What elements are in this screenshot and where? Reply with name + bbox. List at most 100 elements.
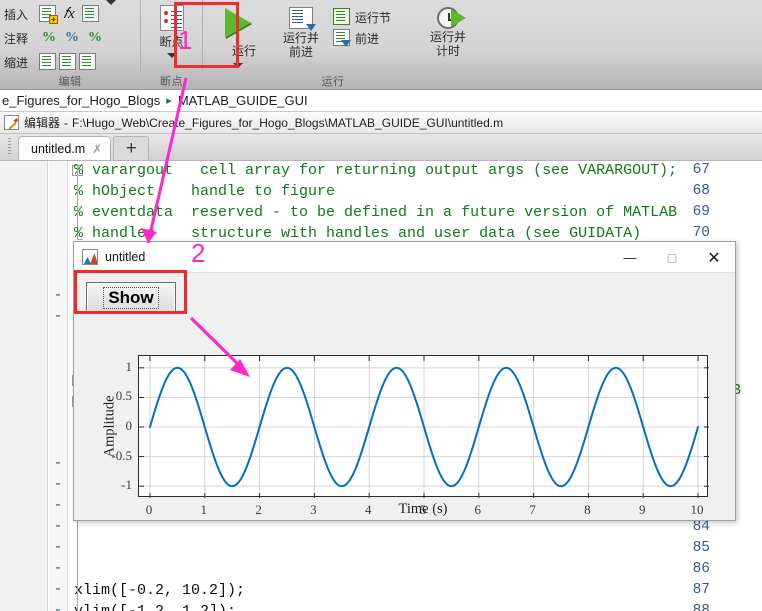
- line-number: 68: [692, 183, 710, 199]
- breadcrumb-separator-icon: ▸: [166, 95, 172, 107]
- run-timer-icon: [437, 7, 466, 29]
- indent-right-icon[interactable]: [59, 53, 76, 71]
- line-number: 88: [692, 603, 710, 611]
- x-axis-label: Time (s): [398, 501, 448, 517]
- ribbon-group-edit-label: 编辑: [58, 76, 82, 88]
- close-icon[interactable]: ✗: [92, 142, 102, 156]
- new-tab-button[interactable]: +: [113, 136, 150, 160]
- smart-indent-icon[interactable]: [39, 53, 56, 71]
- breadcrumb-segment-0[interactable]: e_Figures_for_Hogo_Blogs: [2, 93, 160, 108]
- code-fold-bar: [77, 165, 78, 227]
- ribbon-group-run-label: 运行: [321, 76, 345, 88]
- advance-button[interactable]: 前进: [333, 29, 417, 48]
- window-controls: — □ ✕: [609, 242, 735, 273]
- y-tick-label: -1: [121, 477, 132, 493]
- code-line[interactable]: % varargout cell array for returning out…: [74, 161, 677, 181]
- run-button-label: 运行: [231, 44, 256, 58]
- run-button[interactable]: 运行: [207, 5, 269, 68]
- close-button[interactable]: ✕: [693, 242, 735, 273]
- ribbon-group-run: 运行 运行并 前进 运行节 前进 运行并 计时 运行: [202, 0, 492, 88]
- figure-body: Show 0 1 2 3 4 5 6 7 8 9 10 -1 -0.5 0 0.5 1 Amplitude T…: [74, 273, 735, 520]
- x-tick-label: 7: [529, 502, 536, 517]
- callout-number-1: 1: [178, 25, 193, 55]
- show-button[interactable]: Show: [86, 282, 176, 313]
- code-line[interactable]: xlim([-0.2, 10.2]);: [74, 580, 245, 601]
- show-button-label: Show: [103, 286, 159, 309]
- code-line[interactable]: % eventdata reserved - to be defined in …: [74, 202, 677, 223]
- matlab-editor-window: 插入 + 𝑓x 注释 % % % 缩进 编辑 断点 断点 运行 运行并 前进 运…: [0, 0, 762, 611]
- run-section-button[interactable]: 运行节: [333, 8, 417, 26]
- insert-block-icon[interactable]: +: [39, 5, 58, 25]
- comment-label[interactable]: 注释: [4, 30, 36, 47]
- breadcrumb[interactable]: e_Figures_for_Hogo_Blogs ▸ MATLAB_GUIDE_…: [0, 90, 762, 112]
- run-advance-icon: [289, 7, 316, 31]
- line-executable-marker[interactable]: -: [52, 286, 64, 307]
- line-number: 86: [692, 561, 710, 577]
- ribbon-toolbar: 插入 + 𝑓x 注释 % % % 缩进 编辑 断点 断点 运行 运行并 前进 运…: [0, 0, 762, 90]
- line-executable-marker[interactable]: -: [52, 559, 64, 580]
- indent-label[interactable]: 缩进: [4, 54, 36, 71]
- fx-icon[interactable]: 𝑓x: [59, 5, 79, 23]
- run-and-advance-label: 运行并 前进: [282, 31, 319, 59]
- run-and-time-button[interactable]: 运行并 计时: [419, 5, 477, 58]
- figure-titlebar[interactable]: untitled — □ ✕: [74, 242, 735, 273]
- line-executable-marker[interactable]: -: [52, 538, 64, 559]
- ribbon-group-breakpoints: 断点 断点: [140, 0, 202, 88]
- advance-icon: [333, 29, 351, 48]
- line-executable-marker[interactable]: -: [52, 307, 64, 328]
- sine-wave-plot: [139, 356, 709, 498]
- line-executable-marker[interactable]: -: [52, 475, 64, 496]
- x-tick-label: 0: [145, 502, 153, 517]
- y-axis-label: Amplitude: [101, 395, 118, 458]
- run-and-time-label: 运行并 计时: [429, 30, 466, 58]
- line-executable-marker[interactable]: -: [52, 601, 64, 611]
- breadcrumb-segment-1[interactable]: MATLAB_GUIDE_GUI: [178, 93, 308, 108]
- editor-tabstrip: untitled.m ✗ +: [0, 134, 762, 161]
- line-number: 85: [692, 540, 710, 556]
- line-number-gutter: [0, 161, 48, 611]
- fi-icon[interactable]: [82, 5, 99, 23]
- editor-file-path: F:\Hugo_Web\Create_Figures_for_Hogo_Blog…: [72, 115, 504, 130]
- x-tick-label: 8: [584, 502, 591, 517]
- figure-window-title: untitled: [105, 250, 146, 264]
- plot-axes: [138, 355, 709, 498]
- maximize-button[interactable]: □: [651, 242, 693, 273]
- code-line[interactable]: % hObject handle to figure: [74, 181, 335, 202]
- insert-label[interactable]: 插入: [4, 6, 36, 23]
- run-section-label: 运行节: [355, 10, 392, 25]
- play-icon: [225, 8, 251, 38]
- x-tick-label: 1: [200, 502, 208, 517]
- tab-label: untitled.m: [31, 141, 86, 156]
- tab-untitled-m[interactable]: untitled.m ✗: [18, 136, 112, 160]
- chevron-down-icon[interactable]: [166, 53, 177, 58]
- editor-panel-label: 编辑器: [24, 116, 61, 130]
- callout-number-2: 2: [191, 238, 206, 268]
- y-tick-label: 1: [125, 358, 133, 374]
- percent-remove-icon[interactable]: %: [62, 30, 82, 46]
- editor-header-dash: -: [64, 115, 69, 130]
- line-executable-marker[interactable]: -: [52, 580, 64, 601]
- run-section-icon: [333, 8, 350, 26]
- line-executable-marker[interactable]: -: [52, 496, 64, 517]
- line-executable-marker[interactable]: -: [52, 454, 64, 475]
- advance-label: 前进: [355, 31, 380, 46]
- x-tick-label: 3: [310, 502, 317, 517]
- line-number: 87: [692, 582, 710, 598]
- chevron-down-icon[interactable]: [106, 0, 116, 23]
- tabstrip-grip-handle[interactable]: [4, 135, 16, 159]
- ribbon-group-edit: 插入 + 𝑓x 注释 % % % 缩进 编辑: [0, 0, 140, 88]
- x-tick-label: 9: [638, 502, 646, 517]
- editor-panel-header: 编辑器 - F:\Hugo_Web\Create_Figures_for_Hog…: [0, 112, 762, 134]
- figure-window[interactable]: untitled — □ ✕ Show 0 1 2 3 4 5 6 7 8 9 10 -1 -0.5 0 0…: [73, 241, 736, 521]
- indent-left-icon[interactable]: [79, 53, 96, 71]
- ribbon-group-breakpoints-label: 断点: [160, 76, 183, 88]
- line-executable-marker[interactable]: -: [52, 517, 64, 538]
- minimize-button[interactable]: —: [609, 242, 651, 273]
- run-and-advance-button[interactable]: 运行并 前进: [271, 5, 331, 59]
- matlab-logo-icon: [82, 249, 98, 265]
- code-line[interactable]: ylim([-1.2, 1.2]);: [74, 601, 236, 611]
- percent-icon[interactable]: %: [39, 30, 59, 46]
- x-tick-label: 10: [690, 502, 704, 517]
- percent-wrap-icon[interactable]: %: [85, 30, 105, 46]
- run-dropdown-chevron-icon[interactable]: [233, 63, 243, 68]
